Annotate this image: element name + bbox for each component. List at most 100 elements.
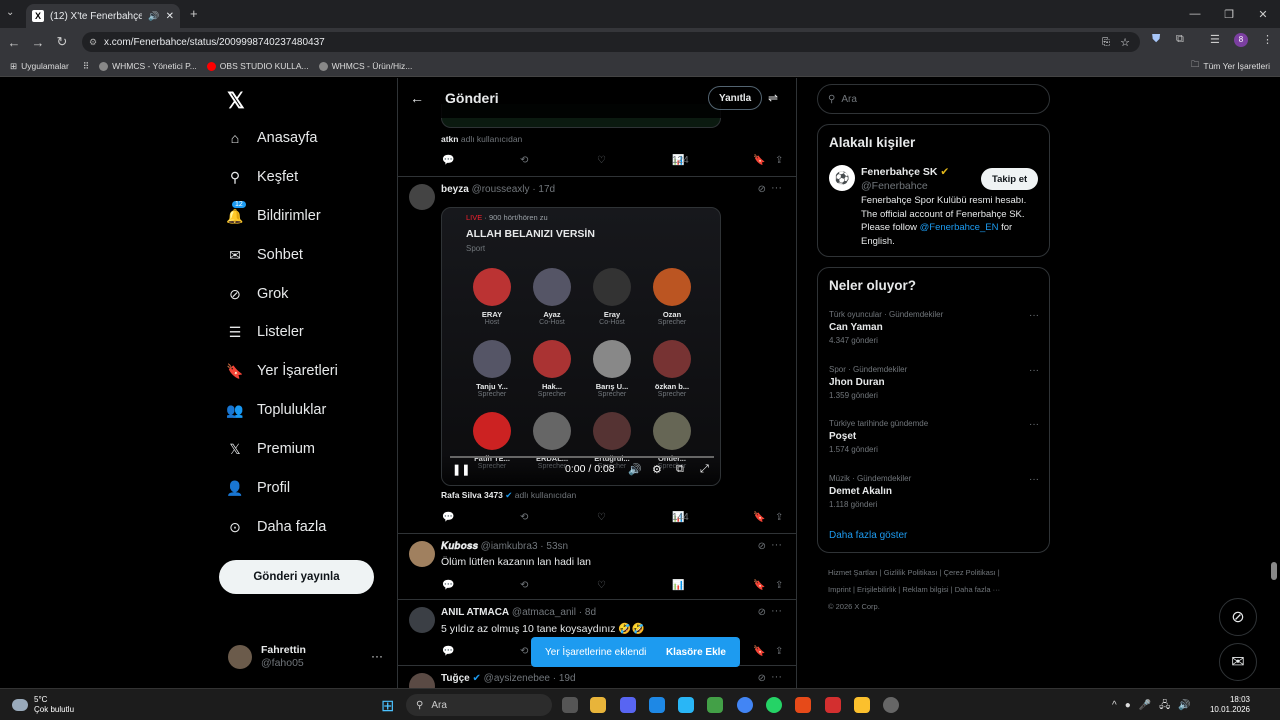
- account-name[interactable]: Fenerbahçe SK ✔ @Fenerbahce: [861, 165, 949, 193]
- app-icon[interactable]: [707, 697, 723, 713]
- more-icon[interactable]: ···: [1029, 310, 1039, 321]
- profile-avatar-icon[interactable]: 8: [1234, 33, 1248, 47]
- nav-lists[interactable]: ☰ Listeler: [226, 320, 304, 344]
- tray-icons[interactable]: ^●🎤🖧🔊: [1112, 698, 1199, 715]
- bookmark-action-icon[interactable]: 🔖: [753, 155, 765, 166]
- trend-item[interactable]: Müzik · Gündemdekiler Demet Akalın 1.118 g…: [829, 474, 1039, 509]
- retweet-icon[interactable]: ⟲: [520, 512, 528, 523]
- system-clock[interactable]: 18:03 10.01.2026: [1210, 695, 1250, 715]
- bookmark-active-icon[interactable]: 🔖: [753, 512, 765, 523]
- participant[interactable]: Tanju Y... Sprecher: [462, 340, 522, 398]
- pause-icon[interactable]: ❚❚: [452, 463, 470, 476]
- back-icon[interactable]: ←: [2, 35, 26, 50]
- back-arrow-icon[interactable]: ←: [410, 90, 424, 106]
- bookmark-whmcs-product[interactable]: WHMCS - Ürün/Hiz...: [318, 61, 412, 71]
- obs-icon[interactable]: [883, 697, 899, 713]
- more-icon[interactable]: ···: [771, 605, 782, 617]
- weather-widget[interactable]: 5°C Çok bulutlu: [12, 695, 74, 715]
- fullscreen-icon[interactable]: ⤢: [700, 463, 709, 476]
- app-icon[interactable]: [854, 697, 870, 713]
- bookmark-action-icon[interactable]: 🔖: [753, 580, 765, 591]
- nav-profile[interactable]: 👤 Profil: [226, 476, 290, 500]
- participant[interactable]: Ayaz Co-Host: [522, 268, 582, 326]
- app-icon[interactable]: [678, 697, 694, 713]
- whatsapp-icon[interactable]: [766, 697, 782, 713]
- start-icon[interactable]: ⊞: [381, 696, 394, 716]
- participant[interactable]: Ozan Sprecher: [642, 268, 702, 326]
- tweet-beyza[interactable]: beyza @rousseaxly · 17d ⊘ ··· LIVE · 900…: [398, 176, 796, 533]
- x-logo-icon[interactable]: 𝕏: [227, 88, 245, 114]
- share-icon[interactable]: ⇪: [775, 512, 783, 523]
- shield-extension-icon[interactable]: ⛊: [1152, 33, 1160, 46]
- scrollbar-thumb[interactable]: [1271, 562, 1277, 580]
- nav-grok[interactable]: ⊘ Grok: [226, 282, 288, 306]
- nav-chat[interactable]: ✉ Sohbet: [226, 243, 303, 267]
- nav-explore[interactable]: ⚲ Keşfet: [226, 165, 298, 189]
- app-icon[interactable]: [825, 697, 841, 713]
- close-window-icon[interactable]: ✕: [1246, 0, 1280, 28]
- avatar[interactable]: [409, 541, 435, 567]
- account-more-icon[interactable]: ···: [371, 649, 383, 663]
- site-info-icon[interactable]: ⚙: [89, 37, 97, 48]
- reply-icon[interactable]: 💬: [442, 580, 454, 591]
- reload-icon[interactable]: ↻: [50, 34, 74, 50]
- messages-fab-icon[interactable]: ✉: [1219, 643, 1257, 681]
- retweet-icon[interactable]: ⟲: [520, 155, 528, 166]
- nav-notifications[interactable]: 🔔 12 Bildirimler: [226, 201, 321, 228]
- bookmark-whmcs-admin[interactable]: WHMCS - Yönetici P...: [99, 61, 197, 71]
- bookmark-apps[interactable]: ⊞ Uygulamalar: [10, 61, 69, 72]
- discord-icon[interactable]: [620, 697, 636, 713]
- nav-more[interactable]: ⊙ Daha fazla: [226, 515, 326, 539]
- new-tab-button[interactable]: +: [190, 6, 198, 21]
- minimize-icon[interactable]: —: [1178, 0, 1212, 28]
- reply-icon[interactable]: 💬: [442, 512, 454, 523]
- share-icon[interactable]: ⇪: [775, 580, 783, 591]
- fenerbahce-avatar[interactable]: ⚽: [829, 165, 855, 191]
- tweet-tugce[interactable]: Tuğçe ✔ @aysizenebee · 19d ⊘ ···: [398, 665, 796, 688]
- trend-item[interactable]: Türkiye tarihinde gündemde Poşet 1.574 gön…: [829, 419, 1039, 454]
- show-more-link[interactable]: Daha fazla göster: [829, 530, 907, 541]
- avatar[interactable]: [409, 607, 435, 633]
- install-app-icon[interactable]: ⎘: [1102, 37, 1110, 48]
- more-icon[interactable]: ···: [1029, 365, 1039, 376]
- grok-fab-icon[interactable]: ⊘: [1219, 598, 1257, 636]
- nav-home[interactable]: ⌂ Anasayfa: [226, 126, 318, 150]
- tab-list-button[interactable]: ⌄: [6, 7, 14, 18]
- participant[interactable]: Hak... Sprecher: [522, 340, 582, 398]
- nav-bookmarks[interactable]: 🔖 Yer İşaretleri: [226, 359, 338, 383]
- retweet-icon[interactable]: ⟲: [520, 646, 528, 657]
- more-icon[interactable]: ···: [1029, 474, 1039, 485]
- bookmark-obs[interactable]: OBS STUDIO KULLA...: [206, 61, 309, 71]
- browser-menu-icon[interactable]: ⋮: [1262, 33, 1273, 46]
- share-icon[interactable]: ⇪: [775, 155, 783, 166]
- bookmark-star-icon[interactable]: ☆: [1120, 36, 1130, 49]
- participant[interactable]: Eray Co-Host: [582, 268, 642, 326]
- restore-icon[interactable]: ❐: [1212, 0, 1246, 28]
- grok-icon[interactable]: ⊘: [758, 673, 766, 684]
- like-icon[interactable]: ♡: [597, 155, 606, 166]
- retweet-icon[interactable]: ⟲: [520, 580, 528, 591]
- reply-button[interactable]: Yanıtla: [708, 86, 763, 110]
- more-icon[interactable]: ···: [771, 671, 782, 683]
- bookmark-action-icon[interactable]: 🔖: [753, 646, 765, 657]
- share-icon[interactable]: ⇪: [775, 646, 783, 657]
- tweet-kuboss[interactable]: 𝑲𝒖𝒃𝒐𝒔𝒔 @iamkubra3 · 53sn ⊘ ··· Ölüm lütf…: [398, 533, 796, 599]
- post-button[interactable]: Gönderi yayınla: [219, 560, 374, 594]
- more-icon[interactable]: ···: [1029, 419, 1039, 430]
- add-to-folder-button[interactable]: Klasöre Ekle: [666, 647, 726, 658]
- follow-button[interactable]: Takip et: [981, 168, 1039, 190]
- like-icon[interactable]: ♡: [597, 512, 606, 523]
- extensions-icon[interactable]: ⧉: [1176, 33, 1184, 46]
- tab-audio-icon[interactable]: 🔊: [148, 11, 159, 22]
- app-icon[interactable]: [649, 697, 665, 713]
- nav-communities[interactable]: 👥 Topluluklar: [226, 398, 326, 422]
- grok-icon[interactable]: ⊘: [758, 184, 766, 195]
- account-switcher[interactable]: Fahrettin @faho05: [228, 644, 306, 670]
- volume-icon[interactable]: 🔊: [628, 463, 642, 476]
- bio-link[interactable]: @Fenerbahce_EN: [920, 222, 999, 233]
- like-icon[interactable]: ♡: [597, 580, 606, 591]
- filter-icon[interactable]: ⇌: [768, 91, 778, 105]
- address-bar[interactable]: ⚙ x.com/Fenerbahce/status/20099987402374…: [82, 32, 1140, 52]
- nav-premium[interactable]: 𝕏 Premium: [226, 437, 315, 461]
- bookmark-item[interactable]: ⠿: [83, 61, 89, 72]
